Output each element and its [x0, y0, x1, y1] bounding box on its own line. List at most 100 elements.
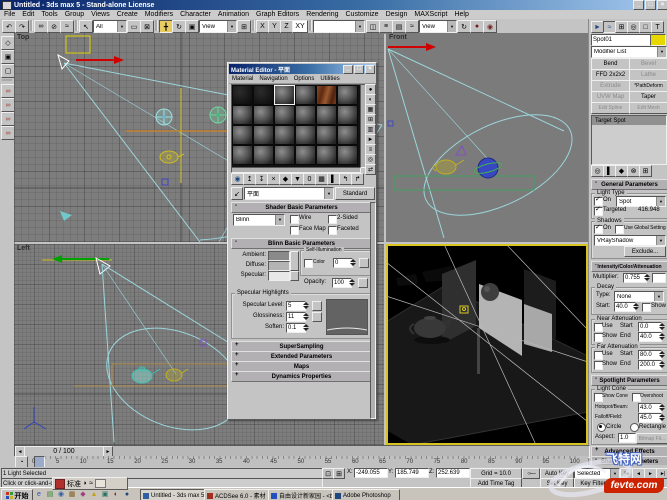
- ime-fullwidth-icon[interactable]: ◗: [83, 480, 87, 487]
- material-slot[interactable]: [295, 105, 316, 125]
- use-global-settings-checkbox[interactable]: [615, 225, 624, 234]
- dropdown-arrow-icon[interactable]: [227, 21, 236, 32]
- percent-snap-icon[interactable]: ▢: [1, 64, 15, 78]
- ime-mode-label[interactable]: 标准: [67, 479, 81, 489]
- light-type-dropdown[interactable]: Spot: [616, 196, 666, 207]
- soften-spinner[interactable]: [303, 323, 310, 331]
- circle-radio[interactable]: [597, 423, 606, 432]
- light-color-swatch[interactable]: [652, 273, 666, 283]
- dropdown-arrow-icon[interactable]: [324, 188, 333, 199]
- helper-object[interactable]: [162, 179, 168, 185]
- viewport-left-label[interactable]: Left: [17, 245, 30, 252]
- minimize-button[interactable]: [633, 0, 644, 10]
- material-navigator-icon[interactable]: [365, 164, 376, 175]
- material-slot-active[interactable]: [274, 85, 295, 105]
- near-start-spinner[interactable]: [659, 322, 666, 330]
- near-end-spinner[interactable]: [659, 332, 666, 340]
- decay-start-spinner[interactable]: [633, 302, 640, 310]
- bind-tool-icon[interactable]: [1, 126, 15, 140]
- material-name-dropdown[interactable]: 平面: [244, 187, 334, 200]
- quicklaunch-folder-icon[interactable]: ▦: [67, 489, 77, 499]
- camera-target[interactable]: [60, 211, 72, 221]
- ime-logo-icon[interactable]: [55, 479, 65, 489]
- material-slot[interactable]: [295, 125, 316, 145]
- viewport-perspective[interactable]: [386, 244, 588, 445]
- object-name-field[interactable]: Spot01: [591, 34, 651, 46]
- use-pivot-center-icon[interactable]: [237, 20, 251, 33]
- faceted-checkbox[interactable]: [328, 226, 337, 235]
- modifier-button-editmesh[interactable]: Edit Mesh: [629, 102, 667, 114]
- quicklaunch-ie-icon[interactable]: e: [34, 489, 44, 499]
- glossiness-map-button[interactable]: [312, 312, 322, 322]
- viewport-front[interactable]: Front: [386, 33, 588, 242]
- ambient-color-swatch[interactable]: [268, 251, 290, 261]
- unlink-icon[interactable]: [47, 20, 61, 33]
- material-slot[interactable]: [316, 125, 337, 145]
- render-last-icon[interactable]: [457, 20, 471, 33]
- exclude-button[interactable]: Exclude...: [624, 246, 666, 257]
- modifier-button-editspline[interactable]: Edit Spline: [591, 102, 630, 114]
- menu-maxscript[interactable]: MAXScript: [414, 11, 447, 18]
- menu-character[interactable]: Character: [180, 11, 211, 18]
- hotspot-spinner[interactable]: [659, 403, 666, 411]
- material-slot[interactable]: [337, 85, 358, 105]
- maximize-button[interactable]: [354, 65, 364, 74]
- material-slot[interactable]: [337, 125, 358, 145]
- pick-material-icon[interactable]: ↙: [231, 187, 243, 200]
- two-sided-checkbox[interactable]: [328, 215, 337, 224]
- dropdown-arrow-icon[interactable]: [447, 21, 456, 32]
- close-button[interactable]: [657, 0, 667, 10]
- light-on-checkbox[interactable]: [594, 197, 603, 206]
- quicklaunch-app-icon[interactable]: ◆: [78, 489, 88, 499]
- material-slot[interactable]: [295, 145, 316, 165]
- specular-color-swatch[interactable]: [268, 271, 290, 281]
- self-illum-map-button[interactable]: [359, 258, 369, 268]
- blinn-basic-parameters-rollout[interactable]: Blinn Basic Parameters: [231, 238, 372, 249]
- task-3dsmax[interactable]: Untitled - 3ds max 5 - St...: [140, 489, 208, 500]
- keyboard-shortcut-toggle-icon[interactable]: [1, 84, 15, 98]
- angle-snap-icon[interactable]: ▣: [1, 50, 15, 64]
- dropdown-arrow-icon[interactable]: [657, 47, 666, 57]
- menu-customize[interactable]: Customize: [346, 11, 379, 18]
- select-and-move-icon[interactable]: [159, 20, 173, 33]
- diffuse-color-swatch[interactable]: [268, 261, 290, 271]
- curve-editor-icon[interactable]: [405, 20, 419, 33]
- bind-spacewarp-icon[interactable]: [60, 20, 74, 33]
- menu-navigation[interactable]: Navigation: [259, 76, 287, 82]
- set-key-lock-icon[interactable]: [522, 468, 540, 479]
- quicklaunch-acdsee-icon[interactable]: ◐: [111, 489, 121, 499]
- omni-light-2[interactable]: [210, 107, 226, 123]
- spotlight-parameters-rollout[interactable]: Spotlight Parameters: [591, 375, 667, 386]
- face-map-checkbox[interactable]: [290, 226, 299, 235]
- material-slot[interactable]: [232, 105, 253, 125]
- configure-modifier-sets-icon[interactable]: [639, 165, 652, 177]
- material-slot[interactable]: [232, 125, 253, 145]
- bitmap-fit-button[interactable]: Bitmap Fit...: [636, 433, 667, 444]
- task-browser[interactable]: 自由设计新家园 - <b>...: [268, 489, 336, 500]
- dropdown-arrow-icon[interactable]: [656, 236, 665, 245]
- material-slot[interactable]: [253, 145, 274, 165]
- frame-spinner[interactable]: [655, 478, 662, 486]
- dropdown-arrow-icon[interactable]: [610, 469, 619, 478]
- menu-help[interactable]: Help: [454, 11, 468, 18]
- material-slot[interactable]: [274, 105, 295, 125]
- render-view-dropdown[interactable]: View: [419, 20, 457, 33]
- targeted-checkbox[interactable]: [594, 207, 603, 216]
- material-slot[interactable]: [337, 145, 358, 165]
- viewport-front-label[interactable]: Front: [389, 34, 407, 41]
- menu-file[interactable]: File: [4, 11, 15, 18]
- material-slot[interactable]: [337, 105, 358, 125]
- sphere-object[interactable]: [473, 158, 502, 178]
- menu-edit[interactable]: Edit: [22, 11, 34, 18]
- teapot-object[interactable]: [166, 369, 188, 381]
- material-slot[interactable]: [232, 85, 253, 105]
- self-illum-spinner[interactable]: [350, 258, 357, 266]
- select-object-icon[interactable]: [79, 20, 93, 33]
- dummy-object[interactable]: [456, 146, 466, 155]
- material-slot[interactable]: [274, 145, 295, 165]
- select-and-scale-icon[interactable]: [185, 20, 199, 33]
- multiplier-spinner[interactable]: [644, 273, 651, 281]
- dropdown-arrow-icon[interactable]: [654, 292, 663, 301]
- menu-material[interactable]: Material: [232, 76, 253, 82]
- parameters-scrollbar[interactable]: [370, 202, 376, 419]
